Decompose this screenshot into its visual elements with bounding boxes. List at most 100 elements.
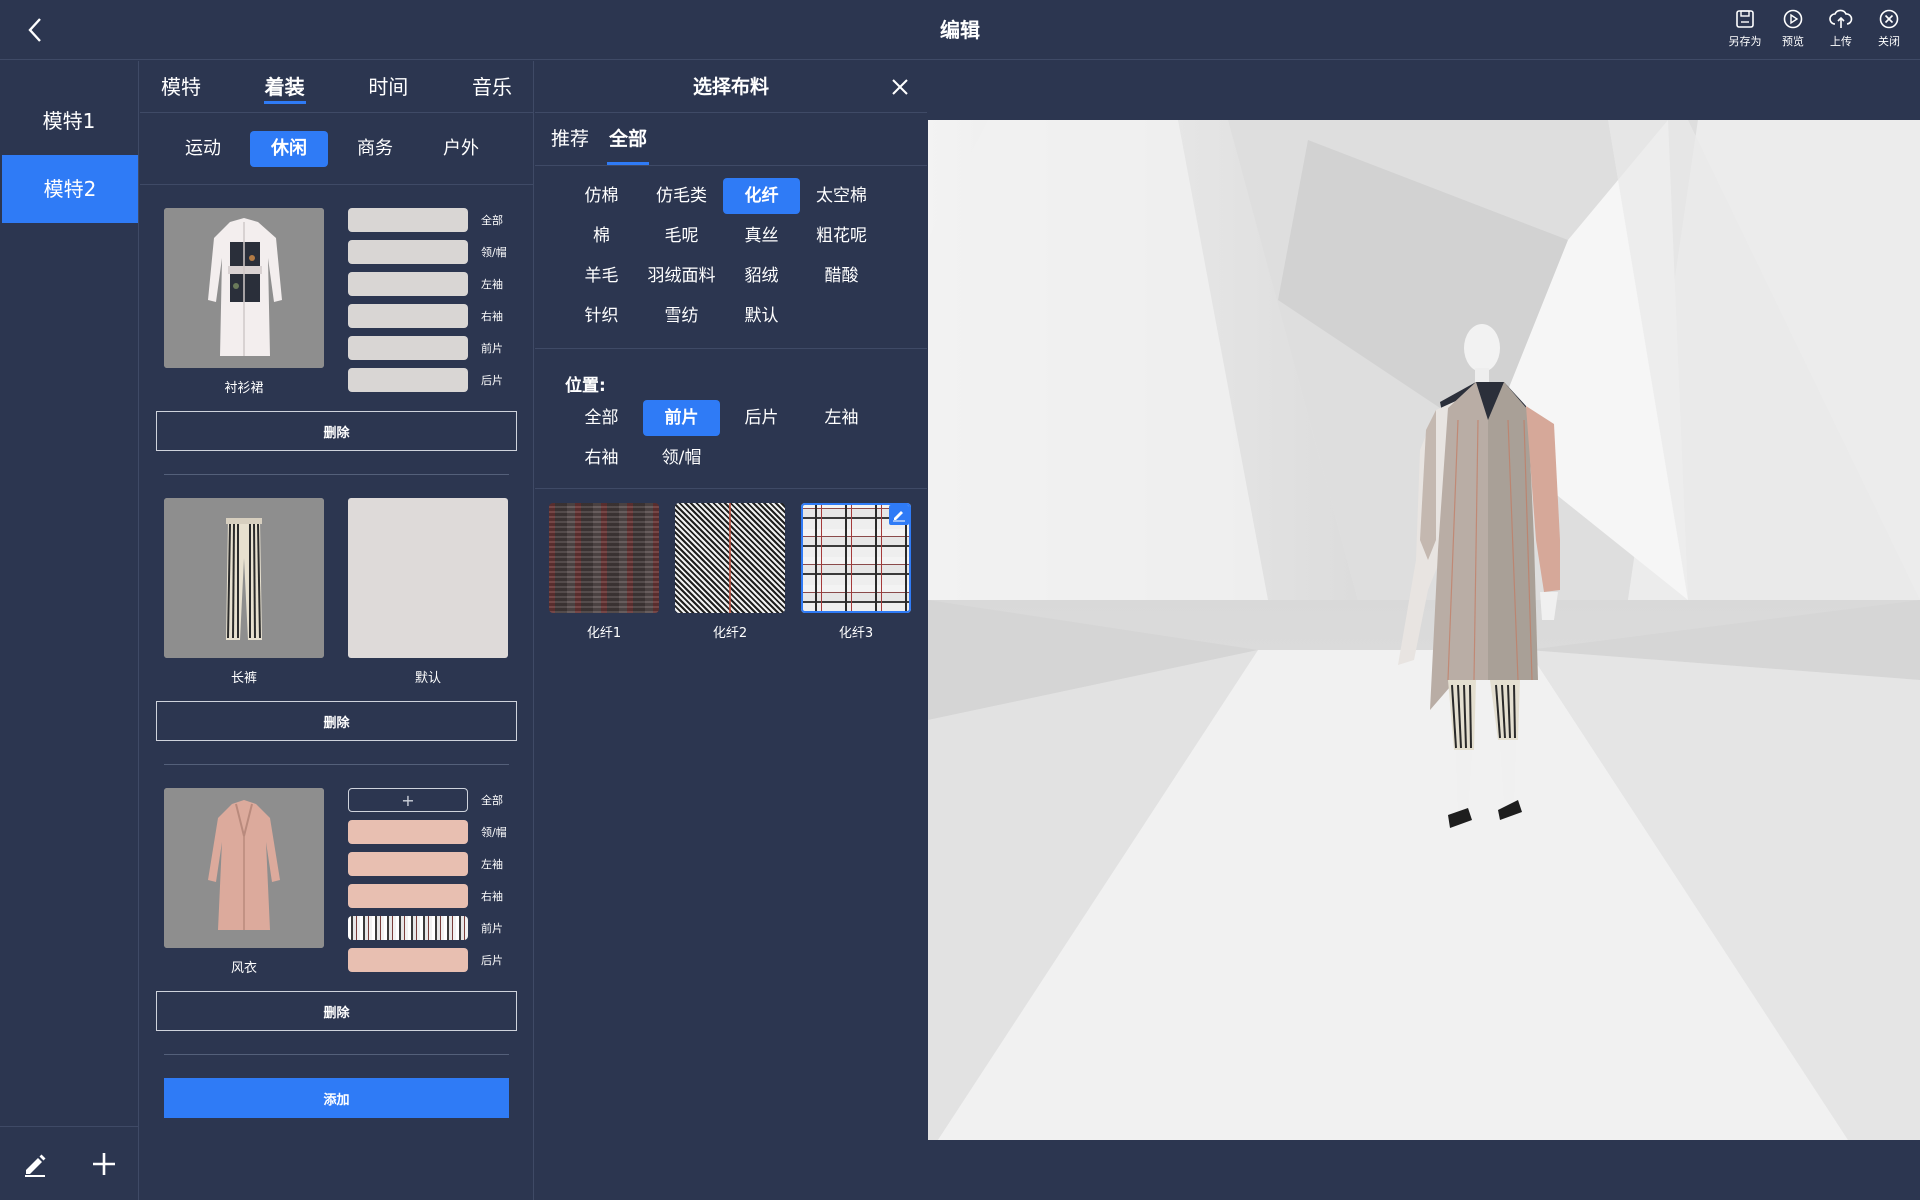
- save-as-label: 另存为: [1728, 35, 1762, 48]
- model-item-1[interactable]: 模特1: [0, 87, 138, 155]
- trousers-image: [164, 498, 324, 658]
- back-button[interactable]: [22, 14, 52, 46]
- part-swatch-left-sleeve[interactable]: [348, 272, 468, 296]
- close-button[interactable]: 关闭: [1872, 8, 1906, 49]
- fabric-swatch-name: 化纤2: [712, 626, 748, 641]
- model-item-2[interactable]: 模特2: [2, 155, 138, 223]
- part-label: 全部: [481, 214, 503, 227]
- fabric-swatch-selected[interactable]: [801, 503, 911, 613]
- position-chip[interactable]: 领/帽: [643, 440, 720, 476]
- preview-button[interactable]: 预览: [1776, 8, 1810, 49]
- part-swatch-back[interactable]: [348, 368, 468, 392]
- part-row: 领/帽: [348, 820, 507, 844]
- delete-garment-button[interactable]: 删除: [156, 411, 517, 451]
- garment-thumbnail[interactable]: [164, 788, 324, 948]
- fabric-swatch-item: 化纤3: [801, 503, 911, 641]
- part-row: 前片: [348, 916, 507, 940]
- add-model-button[interactable]: [87, 1147, 121, 1181]
- garment-name: 长裤: [230, 671, 257, 686]
- fabric-close-button[interactable]: [889, 76, 911, 98]
- fabric-type-chip[interactable]: 太空棉: [803, 178, 880, 214]
- position-chip[interactable]: 左袖: [803, 400, 880, 436]
- shirt-dress-image: [164, 208, 324, 368]
- upload-label: 上传: [1830, 35, 1852, 48]
- fabric-type-chip[interactable]: 真丝: [723, 218, 800, 254]
- part-swatch-right-sleeve[interactable]: [348, 884, 468, 908]
- part-label: 左袖: [481, 278, 503, 291]
- fabric-type-chip[interactable]: 默认: [723, 298, 800, 334]
- pencil-icon: [24, 1154, 45, 1177]
- category-business[interactable]: 商务: [336, 131, 414, 167]
- default-fabric-name: 默认: [414, 671, 441, 686]
- fabric-tabs: 推荐 全部: [535, 113, 927, 166]
- part-swatch-all[interactable]: [348, 208, 468, 232]
- part-swatch-front[interactable]: [348, 916, 468, 940]
- close-circle-icon: [1879, 9, 1899, 29]
- part-swatch-right-sleeve[interactable]: [348, 304, 468, 328]
- garment-trench-coat: 风衣 + 全部 领/帽 左袖 右袖 前片 后片 删除: [140, 765, 533, 1055]
- chevron-left-icon: [28, 18, 41, 42]
- edit-swatch-button[interactable]: [889, 505, 909, 525]
- upload-button[interactable]: 上传: [1824, 8, 1858, 49]
- tab-time[interactable]: 时间: [357, 61, 419, 112]
- position-chip[interactable]: 全部: [563, 400, 640, 436]
- fabric-type-chip[interactable]: 毛呢: [643, 218, 720, 254]
- tab-music[interactable]: 音乐: [461, 61, 523, 112]
- part-label: 后片: [481, 954, 503, 967]
- part-row: + 全部: [348, 788, 507, 812]
- fabric-type-chip[interactable]: 羊毛: [563, 258, 640, 294]
- garment-thumbnail[interactable]: [164, 498, 324, 658]
- part-label: 前片: [481, 922, 503, 935]
- 3d-viewport[interactable]: [928, 120, 1920, 1140]
- garment-thumbnail[interactable]: [164, 208, 324, 368]
- part-row: 前片: [348, 336, 507, 360]
- part-swatch-collar[interactable]: [348, 240, 468, 264]
- position-chip[interactable]: 后片: [723, 400, 800, 436]
- category-sport[interactable]: 运动: [164, 131, 242, 167]
- add-garment-button[interactable]: 添加: [164, 1078, 509, 1118]
- fabric-type-chip[interactable]: 羽绒面料: [643, 258, 720, 294]
- fabric-type-chip[interactable]: 化纤: [723, 178, 800, 214]
- style-categories: 运动 休闲 商务 户外: [140, 113, 533, 185]
- garment-row: 风衣 + 全部 领/帽 左袖 右袖 前片 后片: [156, 765, 517, 976]
- tab-dressing[interactable]: 着装: [254, 61, 316, 112]
- part-swatch-back[interactable]: [348, 948, 468, 972]
- garment-parts: 全部 领/帽 左袖 右袖 前片 后片: [348, 208, 507, 396]
- delete-garment-button[interactable]: 删除: [156, 701, 517, 741]
- part-add-all[interactable]: +: [348, 788, 468, 812]
- save-as-button[interactable]: 另存为: [1728, 8, 1762, 49]
- position-chip[interactable]: 右袖: [563, 440, 640, 476]
- part-label: 前片: [481, 342, 503, 355]
- fabric-swatch[interactable]: [549, 503, 659, 613]
- garment-row: 长裤 默认: [156, 475, 517, 686]
- plus-icon: [92, 1152, 115, 1175]
- fabric-type-chip[interactable]: 雪纺: [643, 298, 720, 334]
- fabric-type-chip[interactable]: 棉: [563, 218, 640, 254]
- fabric-type-chip[interactable]: 醋酸: [803, 258, 880, 294]
- default-fabric-thumbnail[interactable]: [348, 498, 508, 658]
- category-outdoor[interactable]: 户外: [422, 131, 500, 167]
- category-casual[interactable]: 休闲: [250, 130, 328, 167]
- fabric-type-chip[interactable]: 仿棉: [563, 178, 640, 214]
- delete-garment-button[interactable]: 删除: [156, 991, 517, 1031]
- tab-recommended[interactable]: 推荐: [549, 113, 591, 165]
- tab-all[interactable]: 全部: [607, 113, 650, 165]
- part-swatch-collar[interactable]: [348, 820, 468, 844]
- fabric-panel: 选择布料 推荐 全部 仿棉 仿毛类 化纤 太空棉 棉 毛呢 真丝 粗花呢 羊毛 …: [535, 61, 927, 1200]
- secondary-slot: 默认: [324, 498, 508, 686]
- part-swatch-left-sleeve[interactable]: [348, 852, 468, 876]
- tab-model[interactable]: 模特: [150, 61, 212, 112]
- edit-model-button[interactable]: [18, 1147, 52, 1181]
- fabric-type-chip[interactable]: 粗花呢: [803, 218, 880, 254]
- fabric-type-chip[interactable]: 仿毛类: [643, 178, 720, 214]
- fabric-swatch[interactable]: [675, 503, 785, 613]
- part-row: 领/帽: [348, 240, 507, 264]
- part-swatch-front[interactable]: [348, 336, 468, 360]
- position-section: 位置: 全部 前片 后片 左袖 右袖 领/帽: [535, 349, 927, 489]
- fabric-type-chip[interactable]: 针织: [563, 298, 640, 334]
- fabric-type-chip[interactable]: 貂绒: [723, 258, 800, 294]
- runway-scene: [928, 120, 1920, 1140]
- fabric-swatch-name: 化纤3: [838, 626, 874, 641]
- position-chip[interactable]: 前片: [643, 400, 720, 436]
- page-title: 编辑: [940, 18, 980, 42]
